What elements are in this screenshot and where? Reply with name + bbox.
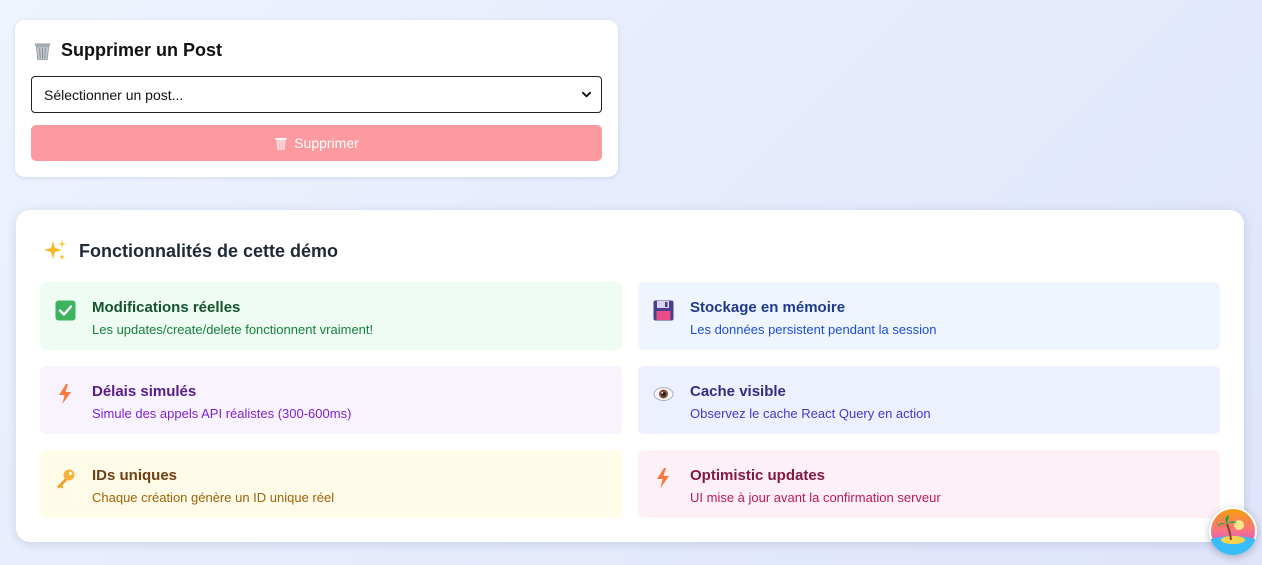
key-icon bbox=[56, 469, 74, 488]
check-box-icon bbox=[55, 300, 75, 320]
wastebasket-icon bbox=[275, 137, 287, 150]
sparkles-icon bbox=[44, 240, 66, 260]
feature-title: Stockage en mémoire bbox=[690, 299, 846, 316]
feature-card-modifications: Modifications réelles Les updates/create… bbox=[40, 282, 622, 350]
eye-icon bbox=[653, 387, 673, 401]
tropical-island-icon bbox=[1211, 509, 1255, 555]
lightning-icon bbox=[59, 384, 71, 404]
feature-title: Délais simulés bbox=[92, 383, 197, 400]
chevron-down-icon bbox=[581, 91, 592, 98]
feature-description: Simule des appels API réalistes (300-600… bbox=[92, 406, 352, 421]
delete-post-title: Supprimer un Post bbox=[61, 40, 223, 60]
wastebasket-icon bbox=[34, 42, 51, 60]
delete-button-label: Supprimer bbox=[294, 135, 359, 151]
feature-card-storage: Stockage en mémoire Les données persiste… bbox=[638, 282, 1220, 350]
feature-description: Chaque création génère un ID unique réel bbox=[92, 490, 335, 505]
lightning-icon bbox=[657, 468, 669, 488]
delete-button[interactable]: Supprimer bbox=[31, 125, 602, 161]
delete-post-card: Supprimer un Post Sélectionner un post..… bbox=[15, 20, 618, 177]
feature-card-delays: Délais simulés Simule des appels API réa… bbox=[40, 366, 622, 434]
feature-description: Les updates/create/delete fonctionnent v… bbox=[92, 322, 374, 337]
feature-title: Cache visible bbox=[690, 383, 786, 400]
delete-post-heading: Supprimer un Post bbox=[33, 40, 222, 61]
feature-title: Modifications réelles bbox=[92, 299, 241, 316]
post-select[interactable]: Sélectionner un post... bbox=[31, 76, 602, 113]
features-heading: Fonctionnalités de cette démo bbox=[42, 238, 338, 264]
floating-action-button[interactable] bbox=[1209, 507, 1257, 555]
post-select-value: Sélectionner un post... bbox=[44, 86, 184, 103]
feature-description: Les données persistent pendant la sessio… bbox=[690, 322, 937, 337]
feature-description: UI mise à jour avant la confirmation ser… bbox=[690, 490, 941, 505]
features-title: Fonctionnalités de cette démo bbox=[79, 240, 339, 261]
feature-title: IDs uniques bbox=[92, 467, 178, 484]
feature-card-cache: Cache visible Observez le cache React Qu… bbox=[638, 366, 1220, 434]
feature-card-optimistic: Optimistic updates UI mise à jour avant … bbox=[638, 450, 1220, 518]
feature-title: Optimistic updates bbox=[690, 467, 826, 484]
feature-card-unique-ids: IDs uniques Chaque création génère un ID… bbox=[40, 450, 622, 518]
feature-description: Observez le cache React Query en action bbox=[690, 406, 931, 421]
features-card: Fonctionnalités de cette démo Modificati… bbox=[16, 210, 1244, 542]
floppy-disk-icon bbox=[653, 300, 673, 320]
